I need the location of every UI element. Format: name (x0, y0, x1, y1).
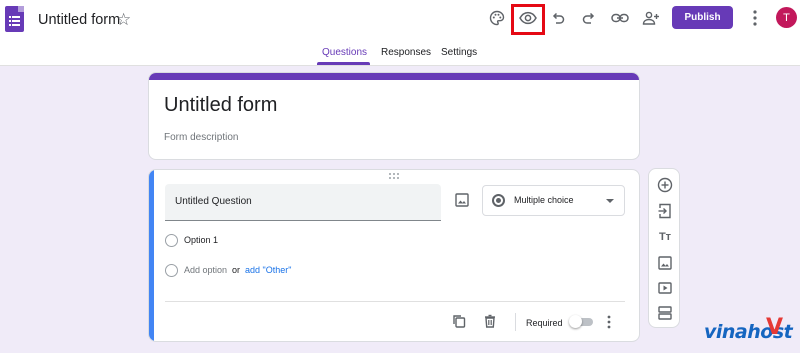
form-title[interactable]: Untitled form (38, 12, 120, 28)
footer-separator (515, 313, 516, 331)
tab-settings[interactable]: Settings (441, 47, 477, 58)
undo-icon[interactable] (546, 6, 570, 30)
tab-responses[interactable]: Responses (381, 47, 431, 58)
add-option-link[interactable]: Add option (184, 265, 227, 275)
top-bar: Untitled form ☆ Publish T Questions Resp… (0, 0, 800, 66)
add-image-icon[interactable] (455, 193, 469, 207)
form-header-card[interactable]: Untitled form Form description (148, 72, 640, 160)
avatar[interactable]: T (776, 7, 797, 28)
add-video-icon[interactable] (657, 280, 673, 296)
card-divider (165, 301, 625, 302)
active-tab-indicator (317, 62, 370, 65)
more-options-icon[interactable] (606, 315, 612, 329)
palette-icon[interactable] (485, 6, 509, 30)
add-title-icon[interactable]: Tт (657, 229, 673, 245)
add-question-icon[interactable] (657, 177, 673, 193)
question-card[interactable]: Untitled Question Multiple choice Option… (148, 169, 640, 342)
redo-icon[interactable] (577, 6, 601, 30)
question-title-input[interactable]: Untitled Question (165, 184, 441, 221)
question-focus-bar (149, 170, 154, 341)
or-text: or (232, 265, 241, 275)
add-image-icon[interactable] (657, 255, 673, 271)
add-other-link[interactable]: add "Other" (245, 265, 291, 275)
card-accent-bar (149, 73, 639, 80)
add-collaborator-icon[interactable] (639, 6, 663, 30)
question-type-select[interactable]: Multiple choice (482, 185, 625, 216)
preview-highlight-box (511, 4, 545, 35)
watermark-mark: V (766, 315, 784, 340)
form-description-field[interactable]: Form description (164, 132, 238, 143)
option-radio-icon (165, 234, 178, 247)
link-icon[interactable] (608, 6, 632, 30)
delete-icon[interactable] (483, 314, 497, 328)
form-heading[interactable]: Untitled form (164, 94, 277, 117)
publish-button[interactable]: Publish (672, 6, 733, 29)
floating-side-toolbar: Tт (648, 168, 680, 328)
drag-handle-icon[interactable] (389, 173, 401, 179)
required-toggle-knob[interactable] (569, 315, 582, 328)
tab-questions[interactable]: Questions (322, 47, 367, 58)
star-icon[interactable]: ☆ (116, 10, 131, 30)
more-options-icon[interactable] (751, 8, 759, 28)
option-1-field[interactable]: Option 1 (184, 235, 218, 245)
add-option-radio-icon (165, 264, 178, 277)
multiple-choice-icon (492, 194, 505, 207)
required-label: Required (526, 318, 563, 328)
duplicate-icon[interactable] (452, 314, 466, 328)
add-section-icon[interactable] (657, 305, 673, 321)
question-type-label: Multiple choice (514, 195, 574, 205)
vinahost-watermark-logo: vinahost V (704, 315, 800, 353)
chevron-down-icon (606, 199, 614, 203)
import-questions-icon[interactable] (657, 203, 673, 219)
google-forms-logo-icon[interactable] (5, 6, 24, 32)
